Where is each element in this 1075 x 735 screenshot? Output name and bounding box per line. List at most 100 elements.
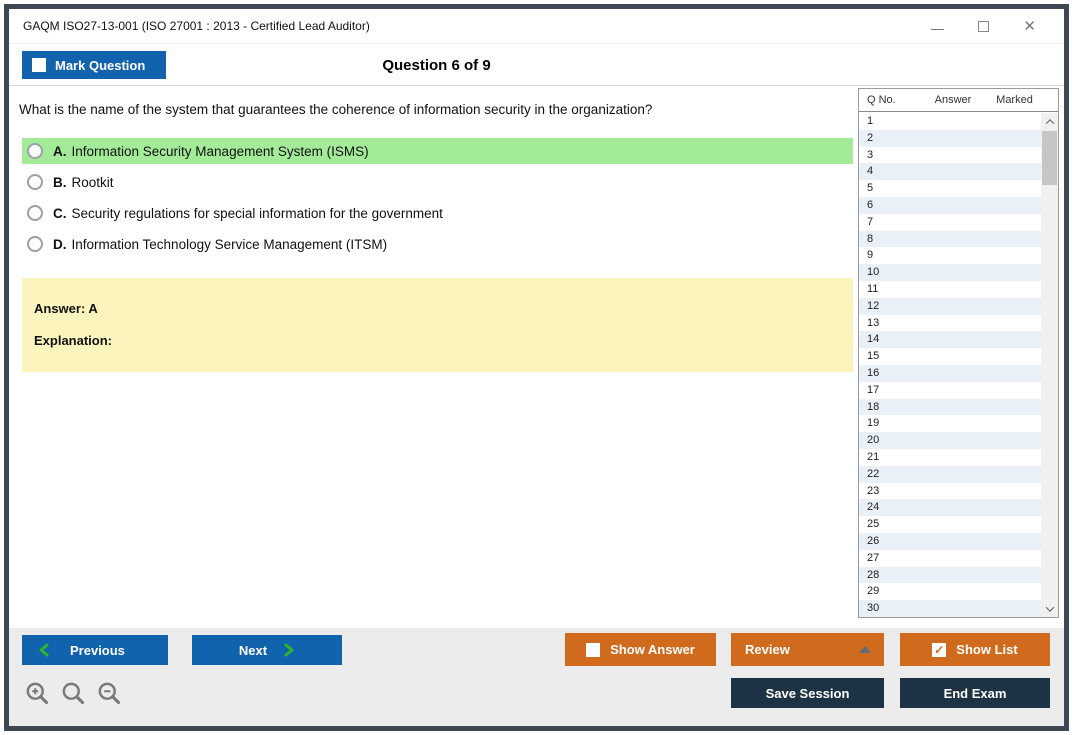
question-list-row[interactable]: 22	[859, 465, 1041, 483]
show-list-button[interactable]: ✓ Show List	[900, 633, 1050, 666]
options-list: A. Information Security Management Syste…	[22, 138, 853, 257]
option-text: Security regulations for special informa…	[71, 205, 443, 221]
question-list-row[interactable]: 19	[859, 415, 1041, 432]
question-number: 27	[867, 551, 880, 564]
zoom-toolbar	[24, 680, 123, 707]
window-title: GAQM ISO27-13-001 (ISO 27001 : 2013 - Ce…	[23, 19, 370, 33]
radio-button-icon[interactable]	[27, 205, 43, 221]
question-number: 15	[867, 350, 880, 363]
question-number: 6	[867, 198, 874, 211]
radio-button-icon[interactable]	[27, 174, 43, 190]
question-list-row[interactable]: 27	[859, 550, 1041, 567]
question-number: 25	[867, 518, 880, 531]
question-list-row[interactable]: 2	[859, 129, 1041, 147]
question-list-row[interactable]: 25	[859, 516, 1041, 533]
question-list-row[interactable]: 5	[859, 180, 1041, 197]
review-button[interactable]: Review	[731, 633, 884, 666]
scrollbar-thumb[interactable]	[1042, 131, 1057, 185]
show-answer-button[interactable]: Show Answer	[565, 633, 716, 666]
question-number: 1	[867, 115, 874, 127]
question-list-row[interactable]: 15	[859, 348, 1041, 365]
option-text: Information Security Management System (…	[71, 143, 369, 159]
show-list-checkbox-icon[interactable]: ✓	[932, 642, 947, 657]
question-list-row[interactable]: 13	[859, 315, 1041, 332]
question-list-row[interactable]: 26	[859, 532, 1041, 550]
question-list-row[interactable]: 28	[859, 566, 1041, 584]
question-number: 4	[867, 165, 874, 178]
question-list-row[interactable]: 17	[859, 382, 1041, 399]
answer-option[interactable]: D. Information Technology Service Manage…	[22, 231, 853, 257]
question-number: 13	[867, 316, 880, 329]
zoom-out-icon[interactable]	[96, 680, 123, 707]
question-number: 17	[867, 383, 880, 396]
question-number: 3	[867, 148, 874, 161]
question-list-scrollbar[interactable]	[1041, 113, 1058, 617]
previous-label: Previous	[70, 642, 125, 658]
zoom-in-icon[interactable]	[24, 680, 51, 707]
show-answer-checkbox-icon[interactable]	[586, 642, 601, 657]
review-label: Review	[745, 642, 790, 657]
show-list-label: Show List	[956, 642, 1018, 657]
close-icon[interactable]: ✕	[1023, 19, 1036, 34]
question-list-row[interactable]: 1	[859, 113, 1041, 130]
question-list-row[interactable]: 16	[859, 364, 1041, 382]
column-header-answer: Answer	[934, 94, 972, 106]
question-number: 12	[867, 299, 880, 312]
question-number: 28	[867, 568, 880, 581]
minimize-icon[interactable]	[931, 23, 945, 30]
question-number: 7	[867, 215, 874, 228]
question-list-row[interactable]: 14	[859, 331, 1041, 349]
question-number: 26	[867, 534, 880, 547]
save-session-label: Save Session	[765, 685, 850, 701]
next-button[interactable]: Next	[192, 635, 342, 665]
question-list-panel: Q No. Answer Marked 1 2 3 4 5 6 7 8 9 10…	[858, 88, 1059, 618]
option-text: Rootkit	[71, 174, 114, 190]
maximize-icon[interactable]	[978, 20, 990, 32]
save-session-button[interactable]: Save Session	[731, 678, 884, 708]
question-list-row[interactable]: 3	[859, 147, 1041, 164]
question-list-row[interactable]: 6	[859, 196, 1041, 214]
window-controls: ✕	[931, 19, 1050, 34]
question-number: 24	[867, 501, 880, 514]
question-list-row[interactable]: 18	[859, 398, 1041, 416]
question-list-row[interactable]: 7	[859, 214, 1041, 231]
question-number: 5	[867, 182, 874, 195]
header-bar: Mark Question Question 6 of 9	[9, 44, 1064, 86]
question-list-row[interactable]: 20	[859, 432, 1041, 449]
zoom-reset-icon[interactable]	[60, 680, 87, 707]
question-number: 10	[867, 266, 880, 279]
dropdown-up-icon	[859, 646, 871, 653]
question-list-row[interactable]: 29	[859, 583, 1041, 600]
option-letter: C.	[53, 205, 67, 221]
previous-button[interactable]: Previous	[22, 635, 168, 665]
question-list-row[interactable]: 8	[859, 230, 1041, 248]
question-number: 20	[867, 434, 880, 447]
question-counter: Question 6 of 9	[382, 56, 491, 74]
answer-option[interactable]: A. Information Security Management Syste…	[22, 138, 853, 164]
radio-button-icon[interactable]	[27, 143, 43, 159]
answer-option[interactable]: B. Rootkit	[22, 169, 853, 195]
question-list-row[interactable]: 30	[859, 600, 1041, 617]
question-number: 29	[867, 585, 880, 598]
end-exam-button[interactable]: End Exam	[900, 678, 1050, 708]
question-list-row[interactable]: 24	[859, 499, 1041, 517]
question-list-row[interactable]: 11	[859, 281, 1041, 298]
explanation-label: Explanation:	[34, 333, 113, 348]
question-number: 8	[867, 232, 874, 245]
main-content: What is the name of the system that guar…	[9, 86, 1064, 628]
question-list-row[interactable]: 4	[859, 163, 1041, 181]
question-number: 16	[867, 366, 880, 379]
answer-option[interactable]: C. Security regulations for special info…	[22, 200, 853, 226]
column-header-qno: Q No.	[867, 94, 896, 106]
scroll-down-icon[interactable]	[1041, 600, 1058, 617]
question-list-row[interactable]: 12	[859, 297, 1041, 315]
question-list-row[interactable]: 10	[859, 264, 1041, 281]
question-number: 18	[867, 400, 880, 413]
question-list-row[interactable]: 9	[859, 247, 1041, 264]
radio-button-icon[interactable]	[27, 236, 43, 252]
question-list-row[interactable]: 23	[859, 483, 1041, 500]
question-number: 11	[867, 282, 879, 295]
question-list-row[interactable]: 21	[859, 449, 1041, 466]
scroll-up-icon[interactable]	[1041, 113, 1058, 130]
option-letter: A.	[53, 143, 67, 159]
